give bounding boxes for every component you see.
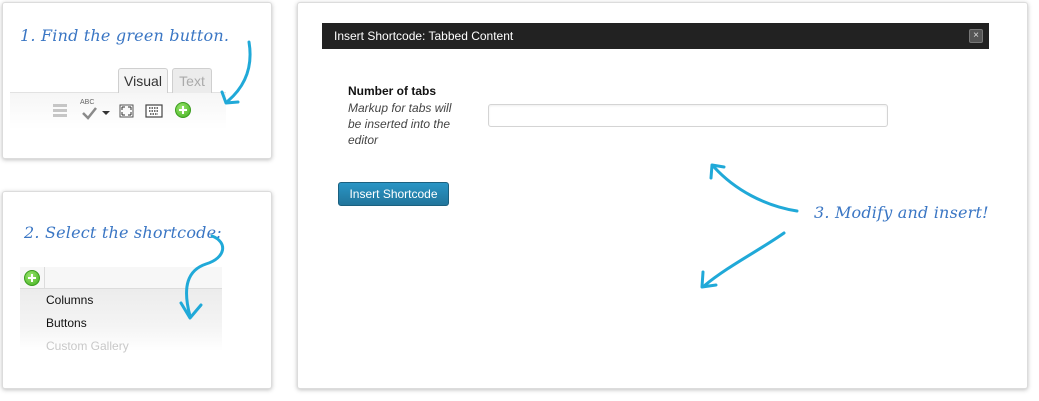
arrow-to-menu-icon: [179, 234, 224, 320]
arrow-to-input-icon: [709, 163, 799, 213]
arrow-to-button-icon: [700, 231, 786, 289]
pointer-arrows: [179, 40, 799, 320]
arrow-to-green-button-icon: [220, 40, 252, 105]
